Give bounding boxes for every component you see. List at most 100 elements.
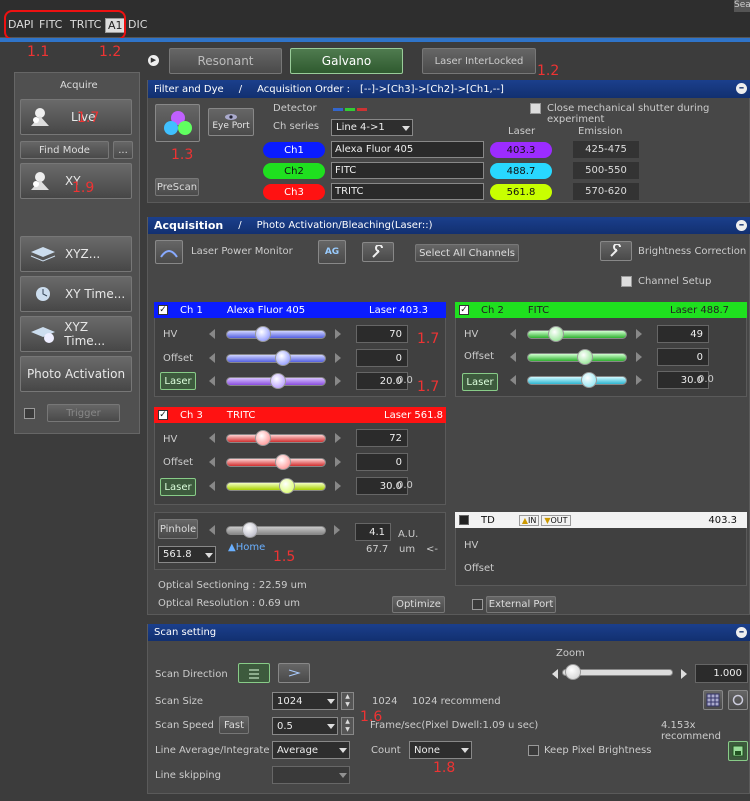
ch1-dye-field[interactable]: Alexa Fluor 405 bbox=[331, 141, 484, 158]
ch3-laser-slider-knob[interactable] bbox=[279, 478, 295, 494]
zoom-value[interactable]: 1.000 bbox=[695, 664, 748, 683]
trigger-checkbox[interactable] bbox=[24, 408, 35, 419]
ch3-hv-slider-knob[interactable] bbox=[255, 430, 271, 446]
pinhole-slider-knob[interactable] bbox=[242, 522, 258, 538]
ch1-hv-left-arrow[interactable] bbox=[209, 329, 215, 339]
ch3-offset-value[interactable]: 0 bbox=[356, 453, 408, 471]
fast-button[interactable]: Fast bbox=[219, 716, 249, 734]
ch2-hv-left-arrow[interactable] bbox=[510, 329, 516, 339]
ch2-hv-slider-track[interactable] bbox=[527, 330, 627, 339]
ch3-laser-slider-track[interactable] bbox=[226, 482, 326, 491]
scan-refresh-button[interactable] bbox=[728, 690, 748, 710]
ch3-hv-right-arrow[interactable] bbox=[335, 433, 341, 443]
ch1-offset-right-arrow[interactable] bbox=[335, 353, 341, 363]
play-icon[interactable]: ▶ bbox=[148, 55, 159, 66]
ch2-hv-value[interactable]: 49 bbox=[657, 325, 709, 343]
pinhole-button[interactable]: Pinhole bbox=[158, 519, 198, 539]
ch3-hv-left-arrow[interactable] bbox=[209, 433, 215, 443]
scan-size-select[interactable]: 1024 bbox=[272, 692, 338, 710]
scan-size-spinner[interactable]: ▲ ▼ bbox=[341, 692, 354, 710]
pinhole-home-link[interactable]: ▲Home bbox=[228, 542, 265, 553]
ch2-laser-slider-knob[interactable] bbox=[581, 372, 597, 388]
brightness-wrench-button[interactable] bbox=[600, 241, 632, 261]
ag-button[interactable]: AG bbox=[318, 240, 346, 264]
xyz-time-button[interactable]: XYZ Time... bbox=[20, 316, 132, 352]
ch-series-select[interactable]: Line 4->1 bbox=[331, 119, 413, 136]
find-mode-button[interactable]: Find Mode bbox=[20, 141, 109, 159]
line-skipping-select[interactable] bbox=[272, 766, 350, 784]
ch2-laser-right-arrow[interactable] bbox=[636, 375, 642, 385]
count-select[interactable]: None bbox=[409, 741, 472, 759]
ch3-offset-slider-knob[interactable] bbox=[275, 454, 291, 470]
ch1-laser-left-arrow[interactable] bbox=[209, 376, 215, 386]
laser-interlocked-button[interactable]: Laser InterLocked bbox=[422, 48, 536, 74]
close-shutter-checkbox[interactable] bbox=[530, 103, 541, 114]
scan-speed-spinner[interactable]: ▲ ▼ bbox=[341, 717, 354, 735]
collapse-acquisition-icon[interactable]: – bbox=[736, 219, 747, 231]
ch3-laser-button[interactable]: Laser bbox=[160, 478, 196, 496]
ch3-dye-field[interactable]: TRITC bbox=[331, 183, 484, 200]
eye-port-button[interactable]: Eye Port bbox=[208, 108, 254, 136]
photo-activation-button[interactable]: Photo Activation bbox=[20, 356, 132, 392]
ch3-checkbox[interactable]: ✓ bbox=[158, 410, 168, 420]
line-average-select[interactable]: Average bbox=[272, 741, 350, 759]
ch3-offset-left-arrow[interactable] bbox=[209, 457, 215, 467]
ch1-checkbox[interactable]: ✓ bbox=[158, 305, 168, 315]
ch1-hv-right-arrow[interactable] bbox=[335, 329, 341, 339]
ch1-hv-slider-track[interactable] bbox=[226, 330, 326, 339]
ch1-hv-slider-knob[interactable] bbox=[255, 326, 271, 342]
ch3-hv-value[interactable]: 72 bbox=[356, 429, 408, 447]
wrench-button[interactable] bbox=[362, 242, 394, 262]
xy-time-button[interactable]: XY Time... bbox=[20, 276, 132, 312]
ch2-laser-left-arrow[interactable] bbox=[510, 375, 516, 385]
external-port-button[interactable]: External Port bbox=[486, 596, 556, 613]
ch2-laser-button[interactable]: Laser bbox=[462, 373, 498, 391]
ch1-laser-button[interactable]: Laser bbox=[160, 372, 196, 390]
pinhole-slider-track[interactable] bbox=[226, 526, 326, 535]
xyz-button[interactable]: XYZ... bbox=[20, 236, 132, 272]
ch3-offset-right-arrow[interactable] bbox=[335, 457, 341, 467]
pinhole-value[interactable]: 4.1 bbox=[355, 523, 391, 541]
trigger-button[interactable]: Trigger bbox=[47, 404, 120, 422]
resonant-button[interactable]: Resonant bbox=[169, 48, 282, 74]
ch1-laser-slider-knob[interactable] bbox=[270, 373, 286, 389]
pinhole-wavelength-select[interactable]: 561.8 bbox=[158, 546, 216, 563]
channel-setup-checkbox[interactable] bbox=[621, 276, 632, 287]
ch2-checkbox[interactable]: ✓ bbox=[459, 305, 469, 315]
ch1-hv-value[interactable]: 70 bbox=[356, 325, 408, 343]
external-port-checkbox[interactable] bbox=[472, 599, 483, 610]
zoom-left-arrow[interactable] bbox=[552, 669, 558, 679]
ch1-offset-value[interactable]: 0 bbox=[356, 349, 408, 367]
ch3-pill[interactable]: Ch3 bbox=[263, 184, 325, 200]
scan-save-button[interactable] bbox=[728, 741, 748, 761]
ch3-hv-slider-track[interactable] bbox=[226, 434, 326, 443]
laser-power-monitor-button[interactable] bbox=[155, 240, 183, 264]
keep-pixel-brightness-checkbox[interactable] bbox=[528, 745, 539, 756]
ch1-offset-left-arrow[interactable] bbox=[209, 353, 215, 363]
ch1-laser-right-arrow[interactable] bbox=[335, 376, 341, 386]
ch2-hv-right-arrow[interactable] bbox=[636, 329, 642, 339]
ch2-pill[interactable]: Ch2 bbox=[263, 163, 325, 179]
ch2-offset-slider-knob[interactable] bbox=[577, 349, 593, 365]
collapse-icon[interactable]: – bbox=[736, 82, 747, 94]
tab-dic[interactable]: DIC bbox=[128, 18, 147, 31]
scan-speed-select[interactable]: 0.5 bbox=[272, 717, 338, 735]
live-button[interactable]: Live bbox=[20, 99, 132, 135]
td-out-toggle[interactable]: ▼OUT bbox=[541, 514, 571, 526]
ch2-dye-field[interactable]: FITC bbox=[331, 162, 484, 179]
dye-select-button[interactable] bbox=[155, 104, 200, 142]
scan-grid-button[interactable] bbox=[703, 690, 723, 710]
optimize-button[interactable]: Optimize bbox=[392, 596, 445, 613]
ch3-laser-right-arrow[interactable] bbox=[335, 481, 341, 491]
select-all-channels-button[interactable]: Select All Channels bbox=[415, 244, 519, 262]
td-checkbox[interactable] bbox=[459, 515, 469, 525]
ch2-laser-slider-track[interactable] bbox=[527, 376, 627, 385]
ch1-pill[interactable]: Ch1 bbox=[263, 142, 325, 158]
collapse-scan-icon[interactable]: – bbox=[736, 626, 747, 638]
galvano-button[interactable]: Galvano bbox=[290, 48, 403, 74]
ch3-laser-left-arrow[interactable] bbox=[209, 481, 215, 491]
ch1-offset-slider-knob[interactable] bbox=[275, 350, 291, 366]
zoom-slider-knob[interactable] bbox=[565, 664, 581, 680]
ch2-offset-left-arrow[interactable] bbox=[510, 352, 516, 362]
scan-direction-roundtrip-button[interactable] bbox=[278, 663, 310, 683]
